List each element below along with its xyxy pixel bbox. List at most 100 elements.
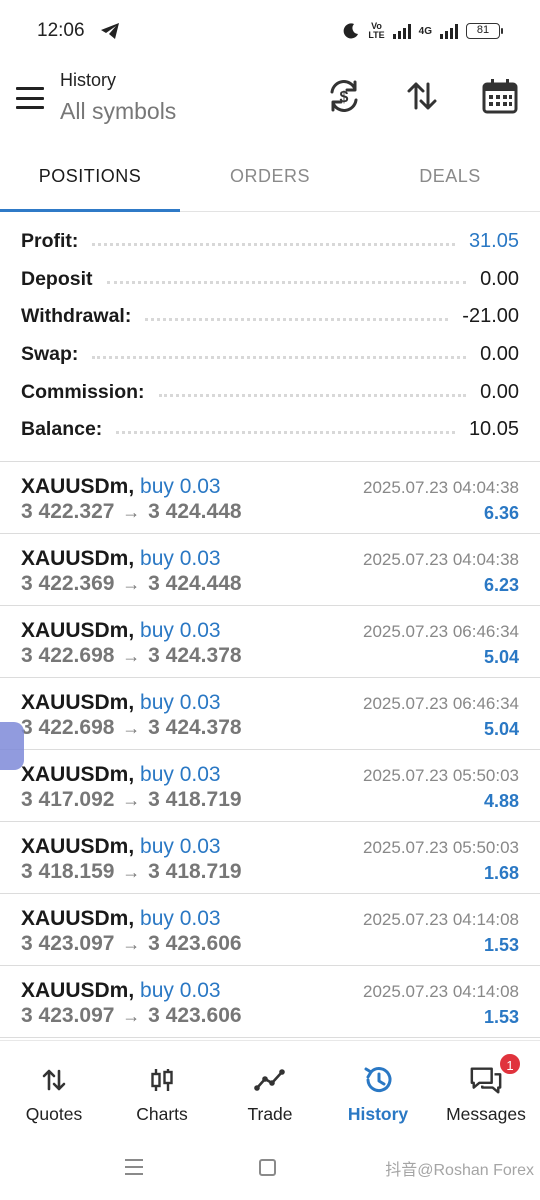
- symbol-name: XAUUSDm,: [21, 619, 135, 642]
- recent-apps-icon[interactable]: [125, 1159, 143, 1175]
- charts-icon: [145, 1063, 179, 1097]
- nav-label: Charts: [136, 1104, 188, 1124]
- quotes-icon: [37, 1063, 71, 1097]
- position-time: 2025.07.23 04:14:08: [363, 982, 519, 1001]
- position-row[interactable]: XAUUSDm, buy 0.03 3 422.698 → 3 424.378 …: [0, 678, 540, 750]
- home-icon[interactable]: [259, 1159, 276, 1176]
- bottom-navigation: Quotes Charts Trade History 1 Messages: [0, 1040, 540, 1136]
- position-profit: 1.53: [483, 1007, 519, 1027]
- symbol-name: XAUUSDm,: [21, 763, 135, 786]
- symbol-name: XAUUSDm,: [21, 979, 135, 1002]
- history-icon: [361, 1063, 395, 1097]
- summary-row-deposit: Deposit 0.00: [0, 261, 540, 299]
- position-prices: 3 418.159 → 3 418.719: [21, 860, 242, 884]
- history-tabs: POSITIONS ORDERS DEALS: [0, 150, 540, 212]
- close-price: 3 424.378: [148, 716, 242, 739]
- watermark: 抖音@Roshan Forex: [385, 1162, 534, 1179]
- summary-value: -21.00: [462, 305, 519, 328]
- close-price: 3 424.378: [148, 644, 242, 667]
- symbol-name: XAUUSDm,: [21, 475, 135, 498]
- close-price: 3 424.448: [148, 572, 242, 595]
- position-row[interactable]: XAUUSDm, buy 0.03 3 422.327 → 3 424.448 …: [0, 462, 540, 534]
- nav-history[interactable]: History: [324, 1041, 432, 1136]
- dotted-leader: [92, 243, 455, 247]
- symbol-name: XAUUSDm,: [21, 907, 135, 930]
- summary-label: Deposit: [21, 267, 93, 290]
- network-label: 4G: [418, 25, 432, 37]
- moon-icon: [343, 23, 359, 39]
- currency-refresh-button[interactable]: $: [324, 76, 364, 116]
- trade-side: buy 0.03: [140, 691, 221, 714]
- nav-trade[interactable]: Trade: [216, 1041, 324, 1136]
- position-row[interactable]: XAUUSDm, buy 0.03 3 423.097 → 3 423.606 …: [0, 966, 540, 1038]
- symbol-name: XAUUSDm,: [21, 691, 135, 714]
- arrow-right-icon: →: [122, 574, 141, 594]
- summary-value: 0.00: [480, 267, 519, 290]
- position-profit: 5.04: [483, 647, 519, 667]
- position-title: XAUUSDm, buy 0.03: [21, 835, 221, 859]
- signal-icon: [392, 23, 411, 39]
- nav-label: Messages: [446, 1104, 526, 1124]
- currency-refresh-icon: $: [330, 80, 358, 112]
- position-prices: 3 423.097 → 3 423.606: [21, 932, 242, 956]
- sort-icon: [407, 82, 437, 110]
- open-price: 3 422.369: [21, 572, 115, 595]
- position-prices: 3 422.698 → 3 424.378: [21, 644, 242, 668]
- trade-side: buy 0.03: [140, 835, 221, 858]
- symbol-filter[interactable]: All symbols: [60, 98, 176, 125]
- arrow-right-icon: →: [122, 1006, 141, 1026]
- position-row[interactable]: XAUUSDm, buy 0.03 3 423.097 → 3 423.606 …: [0, 894, 540, 966]
- position-row[interactable]: XAUUSDm, buy 0.03 3 422.698 → 3 424.378 …: [0, 606, 540, 678]
- sort-button[interactable]: [402, 76, 442, 116]
- open-price: 3 418.159: [21, 860, 115, 883]
- summary-row-commission: Commission: 0.00: [0, 373, 540, 411]
- tab-orders[interactable]: ORDERS: [180, 150, 360, 211]
- tab-deals[interactable]: DEALS: [360, 150, 540, 211]
- trade-side: buy 0.03: [140, 619, 221, 642]
- position-prices: 3 422.369 → 3 424.448: [21, 572, 242, 596]
- position-row[interactable]: XAUUSDm, buy 0.03 3 417.092 → 3 418.719 …: [0, 750, 540, 822]
- status-bar: 12:06 Vo LTE 4G 81: [0, 0, 540, 62]
- calendar-icon: [482, 79, 518, 114]
- position-profit: 5.04: [483, 719, 519, 739]
- close-price: 3 418.719: [148, 860, 242, 883]
- arrow-right-icon: →: [122, 862, 141, 882]
- position-profit: 6.23: [483, 575, 519, 595]
- position-profit: 4.88: [483, 791, 519, 811]
- arrow-right-icon: →: [122, 502, 141, 522]
- battery-icon: 81: [466, 23, 503, 39]
- account-summary: Profit: 31.05 Deposit 0.00 Withdrawal: -…: [0, 223, 540, 449]
- position-prices: 3 417.092 → 3 418.719: [21, 788, 242, 812]
- nav-quotes[interactable]: Quotes: [0, 1041, 108, 1136]
- trade-icon: [253, 1063, 287, 1097]
- summary-label: Balance:: [21, 418, 103, 441]
- summary-label: Commission:: [21, 380, 145, 403]
- summary-value: 10.05: [468, 418, 519, 441]
- dotted-leader: [92, 356, 467, 360]
- summary-row-balance: Balance: 10.05: [0, 411, 540, 449]
- position-row[interactable]: XAUUSDm, buy 0.03 3 418.159 → 3 418.719 …: [0, 822, 540, 894]
- svg-text:$: $: [340, 89, 349, 106]
- menu-icon[interactable]: [16, 87, 44, 109]
- dotted-leader: [106, 280, 467, 284]
- summary-value: 0.00: [480, 343, 519, 366]
- calendar-button[interactable]: [480, 76, 520, 116]
- nav-charts[interactable]: Charts: [108, 1041, 216, 1136]
- open-price: 3 422.698: [21, 716, 115, 739]
- page-title: History: [60, 70, 117, 90]
- tab-positions[interactable]: POSITIONS: [0, 150, 180, 212]
- summary-row-withdrawal: Withdrawal: -21.00: [0, 298, 540, 336]
- open-price: 3 423.097: [21, 1004, 115, 1027]
- position-time: 2025.07.23 04:04:38: [363, 478, 519, 497]
- nav-messages[interactable]: 1 Messages: [432, 1041, 540, 1136]
- arrow-right-icon: →: [122, 646, 141, 666]
- position-row[interactable]: XAUUSDm, buy 0.03 3 422.369 → 3 424.448 …: [0, 534, 540, 606]
- floating-side-handle[interactable]: [0, 722, 24, 770]
- symbol-name: XAUUSDm,: [21, 547, 135, 570]
- arrow-right-icon: →: [122, 718, 141, 738]
- summary-value: 0.00: [480, 380, 519, 403]
- position-time: 2025.07.23 06:46:34: [363, 694, 519, 713]
- positions-list: XAUUSDm, buy 0.03 3 422.327 → 3 424.448 …: [0, 462, 540, 1038]
- position-profit: 1.68: [483, 863, 519, 883]
- position-time: 2025.07.23 06:46:34: [363, 622, 519, 641]
